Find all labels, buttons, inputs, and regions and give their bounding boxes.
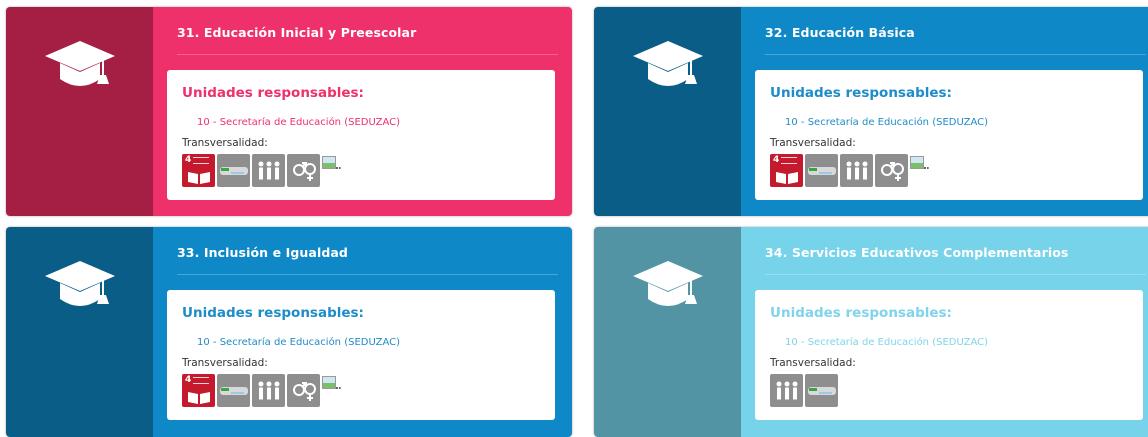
- ods-quality-education-icon: 4: [182, 374, 215, 407]
- ods-number: 4: [773, 155, 780, 165]
- program-card-31[interactable]: 31. Educación Inicial y Preescolar Unida…: [6, 7, 572, 216]
- card-main: 34. Servicios Educativos Complementarios…: [741, 227, 1148, 437]
- card-main: 31. Educación Inicial y Preescolar Unida…: [153, 7, 572, 216]
- gender-icon: [287, 374, 320, 407]
- population-icon: [770, 374, 803, 407]
- card-title[interactable]: 33. Inclusión e Igualdad: [177, 245, 558, 275]
- units-panel: Unidades responsables: 10 - Secretaría d…: [167, 70, 555, 200]
- graduation-cap-icon: [44, 41, 115, 86]
- population-icon: [252, 154, 285, 187]
- card-title[interactable]: 31. Educación Inicial y Preescolar: [177, 25, 558, 55]
- ods-number: 4: [185, 375, 192, 385]
- units-heading: Unidades responsables:: [770, 85, 952, 101]
- graduation-cap-icon: [632, 41, 703, 86]
- gender-icon: [875, 154, 908, 187]
- transversality-label: Transversalidad:: [182, 357, 268, 369]
- broken-image-icon: [910, 156, 929, 169]
- transversality-icons: 4: [770, 154, 929, 187]
- ods-number: 4: [185, 155, 192, 165]
- units-panel: Unidades responsables: 10 - Secretaría d…: [755, 70, 1143, 200]
- ods-quality-education-icon: 4: [182, 154, 215, 187]
- units-panel: Unidades responsables: 10 - Secretaría d…: [167, 290, 555, 420]
- units-heading: Unidades responsables:: [182, 305, 364, 321]
- program-card-34[interactable]: 34. Servicios Educativos Complementarios…: [594, 227, 1148, 437]
- transversality-icons: 4: [182, 154, 341, 187]
- unit-link[interactable]: 10 - Secretaría de Educación (SEDUZAC): [197, 117, 400, 128]
- environment-icon: [217, 154, 250, 187]
- broken-image-icon: [322, 376, 341, 389]
- card-title[interactable]: 34. Servicios Educativos Complementarios: [765, 245, 1146, 275]
- unit-link[interactable]: 10 - Secretaría de Educación (SEDUZAC): [785, 337, 988, 348]
- units-heading: Unidades responsables:: [770, 305, 952, 321]
- transversality-label: Transversalidad:: [770, 137, 856, 149]
- card-side: [6, 227, 153, 437]
- transversality-label: Transversalidad:: [182, 137, 268, 149]
- transversality-icons: [770, 374, 838, 407]
- unit-link[interactable]: 10 - Secretaría de Educación (SEDUZAC): [197, 337, 400, 348]
- broken-image-icon: [322, 156, 341, 169]
- ods-quality-education-icon: 4: [770, 154, 803, 187]
- population-icon: [252, 374, 285, 407]
- program-card-33[interactable]: 33. Inclusión e Igualdad Unidades respon…: [6, 227, 572, 437]
- card-title[interactable]: 32. Educación Básica: [765, 25, 1146, 55]
- population-icon: [840, 154, 873, 187]
- unit-link[interactable]: 10 - Secretaría de Educación (SEDUZAC): [785, 117, 988, 128]
- graduation-cap-icon: [44, 261, 115, 306]
- gender-icon: [287, 154, 320, 187]
- card-main: 32. Educación Básica Unidades responsabl…: [741, 7, 1148, 216]
- graduation-cap-icon: [632, 261, 703, 306]
- card-side: [594, 227, 741, 437]
- program-card-32[interactable]: 32. Educación Básica Unidades responsabl…: [594, 7, 1148, 216]
- environment-icon: [805, 374, 838, 407]
- card-main: 33. Inclusión e Igualdad Unidades respon…: [153, 227, 572, 437]
- units-panel: Unidades responsables: 10 - Secretaría d…: [755, 290, 1143, 420]
- transversality-icons: 4: [182, 374, 341, 407]
- transversality-label: Transversalidad:: [770, 357, 856, 369]
- environment-icon: [805, 154, 838, 187]
- card-side: [6, 7, 153, 216]
- environment-icon: [217, 374, 250, 407]
- card-side: [594, 7, 741, 216]
- units-heading: Unidades responsables:: [182, 85, 364, 101]
